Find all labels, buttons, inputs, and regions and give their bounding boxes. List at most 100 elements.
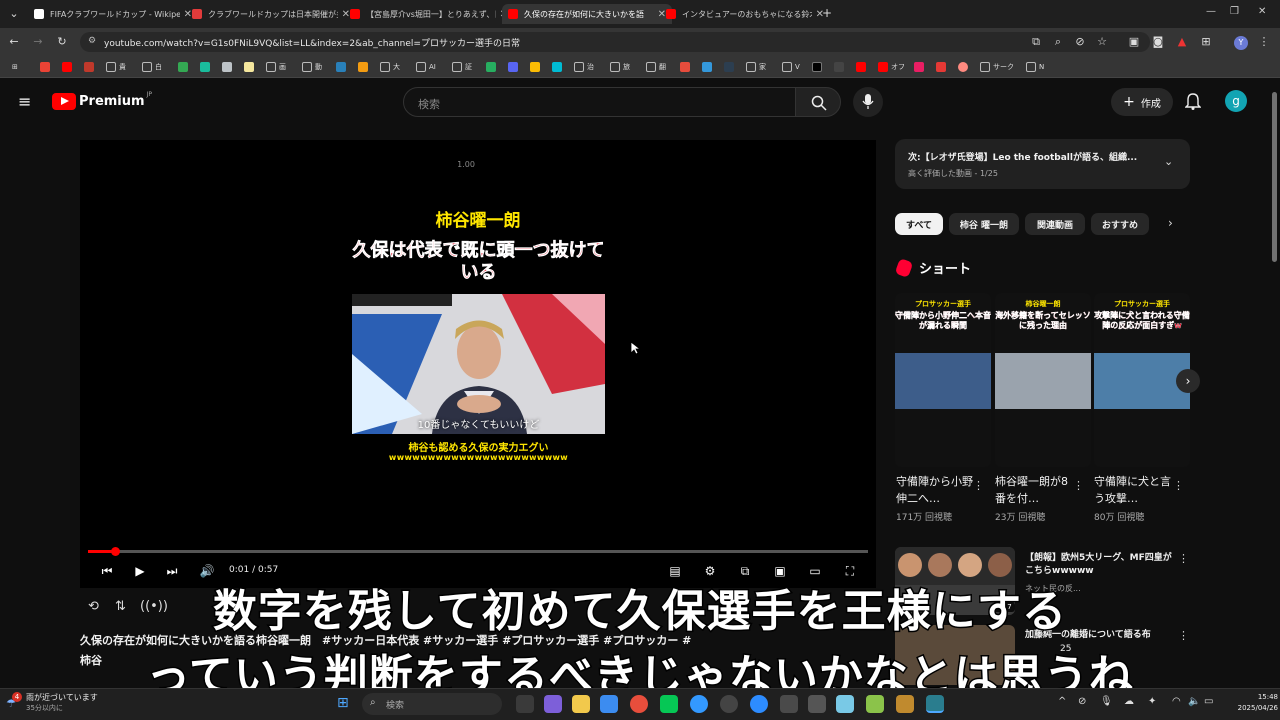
bookmark-circle[interactable]: [958, 60, 971, 74]
bookmark-folder-14[interactable]: N: [1026, 60, 1044, 74]
recommendation-more-icon[interactable]: ⋮: [1178, 552, 1189, 565]
bookmark-folder-13[interactable]: サーク: [980, 60, 1014, 74]
hamburger-menu-icon[interactable]: ≡: [18, 92, 31, 111]
bookmark-dark[interactable]: [834, 60, 847, 74]
chevron-right-icon[interactable]: ›: [1168, 216, 1173, 230]
chevron-down-icon[interactable]: ⌄: [1164, 155, 1173, 168]
bookmark-folder-2[interactable]: 画: [266, 60, 286, 74]
create-button[interactable]: + 作成: [1111, 88, 1173, 116]
bookmark-discord[interactable]: [508, 60, 521, 74]
bookmark-teal[interactable]: [200, 60, 213, 74]
page-scrollbar[interactable]: [1272, 92, 1277, 262]
pdf-extension-icon[interactable]: ▲: [1174, 34, 1190, 50]
new-tab-button[interactable]: +: [822, 6, 832, 20]
bookmark-note[interactable]: [244, 60, 257, 74]
bookmark-green[interactable]: [486, 60, 499, 74]
forward-button[interactable]: →: [30, 34, 46, 50]
bookmark-gmail[interactable]: [40, 60, 53, 74]
bookmark-folder-3[interactable]: 動: [302, 60, 322, 74]
short-title-1[interactable]: 柿谷曜一朗が8番を付…: [995, 473, 1077, 507]
extension-icon[interactable]: ▣: [1126, 34, 1142, 50]
chip-recommended[interactable]: おすすめ: [1091, 213, 1149, 235]
bookmark-star-icon[interactable]: ☆: [1094, 34, 1110, 50]
account-avatar[interactable]: g: [1225, 90, 1247, 112]
windows-start-icon[interactable]: ⊞: [337, 695, 349, 711]
tab-2[interactable]: 【宮島厚介vs堀田一】とりあえず、日 ✕: [344, 4, 514, 24]
app-icon[interactable]: [866, 695, 884, 713]
progress-scrubber-handle[interactable]: [111, 547, 120, 556]
app-icon[interactable]: [896, 695, 914, 713]
search-button[interactable]: [795, 87, 841, 117]
bookmark-pink[interactable]: [914, 60, 927, 74]
bookmark-folder-0[interactable]: 貴: [106, 60, 126, 74]
browser-menu-icon[interactable]: ⋮: [1256, 34, 1272, 50]
chip-all[interactable]: すべて: [895, 213, 943, 235]
app-icon[interactable]: [720, 695, 738, 713]
weather-widget[interactable]: ☂ 4 雨が近づいています 35分以内に: [6, 691, 98, 713]
tray-app-icon[interactable]: ⊘: [1078, 696, 1086, 707]
short-card-0[interactable]: プロサッカー選手 守備陣から小野伸二へ本音が漏れる瞬間: [895, 293, 991, 467]
bookmark-folder-1[interactable]: 白: [142, 60, 162, 74]
zoom-icon[interactable]: ⌕: [1050, 34, 1066, 50]
settings-app-icon[interactable]: [600, 695, 618, 713]
tab-3-active[interactable]: 久保の存在が如何に大きいかを語 ✕: [502, 4, 672, 24]
extension-icon[interactable]: ◙: [1150, 34, 1166, 50]
bookmark-folder-7[interactable]: 治: [574, 60, 594, 74]
copilot-icon[interactable]: [544, 695, 562, 713]
app-icon[interactable]: [836, 695, 854, 713]
profile-avatar[interactable]: Y: [1234, 36, 1248, 50]
chip-kakitani[interactable]: 柿谷 曜一朗: [949, 213, 1019, 235]
maximize-button[interactable]: ❐: [1230, 6, 1239, 17]
apps-grid-icon[interactable]: ⊞: [12, 60, 18, 74]
chrome-icon[interactable]: [630, 695, 648, 713]
shorts-next-arrow-icon[interactable]: ›: [1176, 369, 1200, 393]
bookmark-drive[interactable]: [530, 60, 543, 74]
minimize-button[interactable]: —: [1206, 6, 1216, 17]
bookmark-folder-8[interactable]: 旅: [610, 60, 630, 74]
short-title-2[interactable]: 守備陣に犬と言う攻撃…: [1094, 473, 1176, 507]
progress-bar[interactable]: [88, 550, 868, 553]
bookmark-folder-5[interactable]: AI: [416, 60, 436, 74]
battery-icon[interactable]: ▭: [1204, 696, 1213, 707]
bookmark-folder-12[interactable]: オフ: [878, 60, 905, 74]
tab-0[interactable]: FIFAクラブワールドカップ - Wikipedia ✕: [28, 4, 198, 24]
short-more-icon[interactable]: ⋮: [973, 479, 984, 492]
bookmark-red[interactable]: [84, 60, 97, 74]
tab-4[interactable]: インタビュアーのおもちゃになる鈴木 ✕: [660, 4, 830, 24]
bookmark-red2[interactable]: [680, 60, 693, 74]
address-bar[interactable]: ⚙ youtube.com/watch?v=G1s0FNiL9VQ&list=L…: [80, 32, 1150, 52]
tray-mic-icon[interactable]: 🎙: [1100, 696, 1113, 707]
bookmark-youtube2[interactable]: [856, 60, 869, 74]
bookmark-tiktok[interactable]: [812, 60, 825, 74]
cast-icon[interactable]: ⧉: [1028, 34, 1044, 50]
show-hidden-icons-chevron[interactable]: ^: [1058, 696, 1066, 707]
tab-search-icon[interactable]: ⌄: [6, 6, 22, 22]
tab-1[interactable]: クラブワールドカップは日本開催が多 ✕: [186, 4, 356, 24]
bookmark-youtube[interactable]: [62, 60, 75, 74]
playlist-next-panel[interactable]: [895, 139, 1190, 189]
zoom-app-icon[interactable]: [750, 695, 768, 713]
file-explorer-icon[interactable]: [572, 695, 590, 713]
bookmark-blue3[interactable]: [724, 60, 737, 74]
bookmark-maps[interactable]: [178, 60, 191, 74]
youtube-premium-logo[interactable]: Premium JP: [52, 91, 152, 110]
bookmark-folder-10[interactable]: 家: [746, 60, 766, 74]
bookmark-folder-11[interactable]: V: [782, 60, 800, 74]
bookmark-cyan[interactable]: [552, 60, 565, 74]
site-info-icon[interactable]: ⚙: [88, 36, 96, 46]
voice-search-button[interactable]: [853, 87, 883, 117]
bookmark-folder-4[interactable]: 大: [380, 60, 400, 74]
tray-icon[interactable]: ☁: [1124, 696, 1134, 707]
bookmark-folder-6[interactable]: 証: [452, 60, 472, 74]
chip-related[interactable]: 関連動画: [1025, 213, 1085, 235]
back-button[interactable]: ←: [6, 34, 22, 50]
bookmark-blue[interactable]: [336, 60, 349, 74]
eye-off-icon[interactable]: ⊘: [1072, 34, 1088, 50]
app-icon[interactable]: [808, 695, 826, 713]
tray-icon[interactable]: ✦: [1148, 696, 1156, 707]
short-more-icon[interactable]: ⋮: [1073, 479, 1084, 492]
short-title-0[interactable]: 守備陣から小野伸二へ…: [896, 473, 978, 507]
reload-button[interactable]: ↻: [54, 34, 70, 50]
bookmark-gray[interactable]: [222, 60, 235, 74]
short-more-icon[interactable]: ⋮: [1173, 479, 1184, 492]
